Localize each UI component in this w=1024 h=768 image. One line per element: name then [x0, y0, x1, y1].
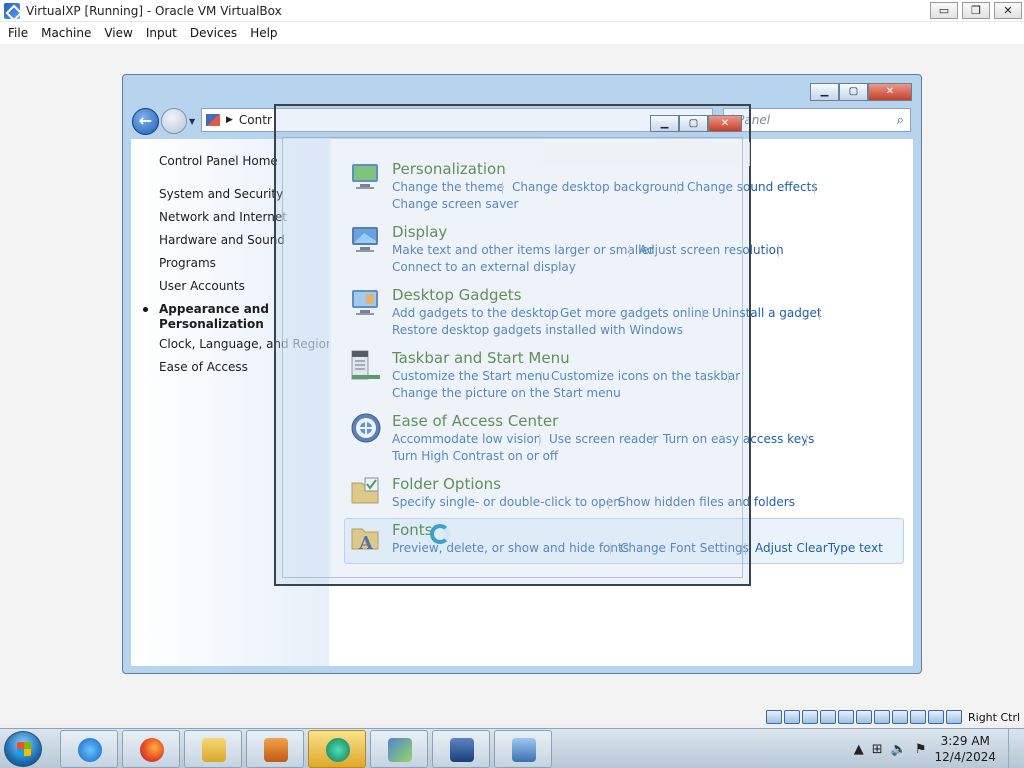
- remote-desktop-icon: [512, 738, 536, 762]
- back-button[interactable]: ←: [132, 108, 159, 135]
- network-icon[interactable]: [820, 710, 836, 724]
- link-separator: [806, 434, 807, 446]
- audio-icon[interactable]: [802, 710, 818, 724]
- nav-appearance-current-line2: Personalization: [159, 317, 264, 331]
- shared-folders-icon[interactable]: [856, 710, 872, 724]
- xp-mode-icon: [450, 738, 474, 762]
- link-separator: [819, 308, 820, 320]
- taskbar: ▲ ⊞ 🔈 ⚑ 3:29 AM 12/4/2024: [0, 728, 1024, 768]
- folder-icon: [202, 738, 226, 762]
- window-controls: ▭ ❐ ✕: [930, 2, 1022, 19]
- nav-hardware-and-sound[interactable]: Hardware and Sound: [159, 233, 285, 248]
- ghost-window-controls: ▁ ▢ ✕: [650, 115, 742, 132]
- clock-time: 3:29 AM: [940, 734, 990, 748]
- virtualbox-app-icon: [4, 2, 20, 19]
- ghost-maximize-button[interactable]: ▢: [679, 115, 708, 132]
- clock[interactable]: 3:29 AM 12/4/2024: [934, 733, 996, 765]
- nav-user-accounts[interactable]: User Accounts: [159, 279, 245, 294]
- nav-ease-of-access[interactable]: Ease of Access: [159, 360, 248, 375]
- usb-icon[interactable]: [838, 710, 854, 724]
- action-center-flag-icon[interactable]: ⚑: [915, 742, 927, 757]
- nav-appearance-current-line1: Appearance and: [159, 302, 269, 316]
- virtualbox-status-bar: Right Ctrl: [766, 709, 1020, 725]
- show-hidden-icons-button[interactable]: ▲: [854, 742, 864, 757]
- taskbar-windows-explorer[interactable]: [184, 730, 242, 768]
- ghost-left-pane: [283, 138, 331, 577]
- link-separator: [778, 245, 779, 257]
- media-player-icon: [264, 738, 288, 762]
- taskbar-firefox[interactable]: [122, 730, 180, 768]
- nav-system-and-security[interactable]: System and Security: [159, 187, 283, 202]
- control-panel-taskbar-icon: [388, 738, 412, 762]
- close-button[interactable]: ✕: [994, 2, 1022, 19]
- taskbar-xp-mode[interactable]: [432, 730, 490, 768]
- menu-view[interactable]: View: [104, 26, 145, 40]
- taskbar-control-panel[interactable]: [370, 730, 428, 768]
- keyboard-capture-icon[interactable]: [946, 710, 962, 724]
- minimize-button[interactable]: ▭: [930, 2, 958, 19]
- breadcrumb-arrow-icon[interactable]: ▶: [226, 115, 233, 125]
- link-separator: [814, 182, 815, 194]
- search-icon[interactable]: ⌕: [897, 113, 904, 128]
- start-button[interactable]: [4, 731, 42, 767]
- host-key-label: Right Ctrl: [968, 710, 1021, 724]
- window-title: VirtualXP [Running] - Oracle VM VirtualB…: [26, 3, 282, 18]
- taskbar-internet-explorer[interactable]: [60, 730, 118, 768]
- display-icon[interactable]: [874, 710, 890, 724]
- taskbar-media-player[interactable]: [246, 730, 304, 768]
- cp-close-button[interactable]: ✕: [868, 83, 912, 101]
- busy-cursor-icon: [430, 524, 450, 544]
- taskbar-remote-desktop[interactable]: [494, 730, 552, 768]
- virtualbox-menubar: File Machine View Input Devices Help: [0, 22, 1024, 44]
- nav-network-and-internet[interactable]: Network and Internet: [159, 210, 287, 225]
- vt-x-icon[interactable]: [910, 710, 926, 724]
- ghost-minimize-button[interactable]: ▁: [650, 115, 679, 132]
- cp-maximize-button[interactable]: ▢: [839, 83, 868, 101]
- show-desktop-button[interactable]: [1008, 729, 1020, 768]
- search-input[interactable]: l Panel ⌕: [723, 108, 911, 132]
- breadcrumb[interactable]: Contr: [239, 113, 272, 127]
- menu-file[interactable]: File: [8, 26, 41, 40]
- cp-minimize-button[interactable]: ▁: [810, 83, 839, 101]
- taskbar-active-app[interactable]: [308, 730, 366, 768]
- nav-programs[interactable]: Programs: [159, 256, 216, 271]
- cp-window-controls: ▁ ▢ ✕: [810, 83, 912, 101]
- mouse-integration-icon[interactable]: [928, 710, 944, 724]
- menu-help[interactable]: Help: [250, 26, 290, 40]
- recent-pages-dropdown[interactable]: ▼: [189, 117, 195, 126]
- menu-machine[interactable]: Machine: [41, 26, 104, 40]
- active-app-icon: [326, 738, 350, 762]
- nav-control-panel-home[interactable]: Control Panel Home: [159, 154, 278, 169]
- network-tray-icon[interactable]: ⊞: [872, 742, 883, 757]
- menu-input[interactable]: Input: [146, 26, 190, 40]
- control-panel-icon: [206, 114, 220, 126]
- optical-drive-icon[interactable]: [784, 710, 800, 724]
- ghost-close-button[interactable]: ✕: [708, 115, 742, 132]
- dragged-window-outline: ▁ ▢ ✕: [274, 104, 751, 586]
- forward-button[interactable]: [161, 108, 187, 134]
- clock-date: 12/4/2024: [934, 750, 996, 764]
- system-tray: ▲ ⊞ 🔈 ⚑ 3:29 AM 12/4/2024: [854, 729, 1020, 768]
- volume-icon[interactable]: 🔈: [891, 742, 907, 757]
- ghost-client-area: [282, 137, 743, 578]
- recording-icon[interactable]: [892, 710, 908, 724]
- current-section-bullet: [143, 307, 148, 312]
- virtualbox-titlebar: VirtualXP [Running] - Oracle VM VirtualB…: [0, 0, 1024, 22]
- internet-explorer-icon: [78, 738, 102, 762]
- firefox-icon: [140, 738, 164, 762]
- menu-devices[interactable]: Devices: [190, 26, 250, 40]
- link-adjust-cleartype[interactable]: Adjust ClearType text: [755, 541, 883, 555]
- hard-disk-icon[interactable]: [766, 710, 782, 724]
- restore-button[interactable]: ❐: [962, 2, 990, 19]
